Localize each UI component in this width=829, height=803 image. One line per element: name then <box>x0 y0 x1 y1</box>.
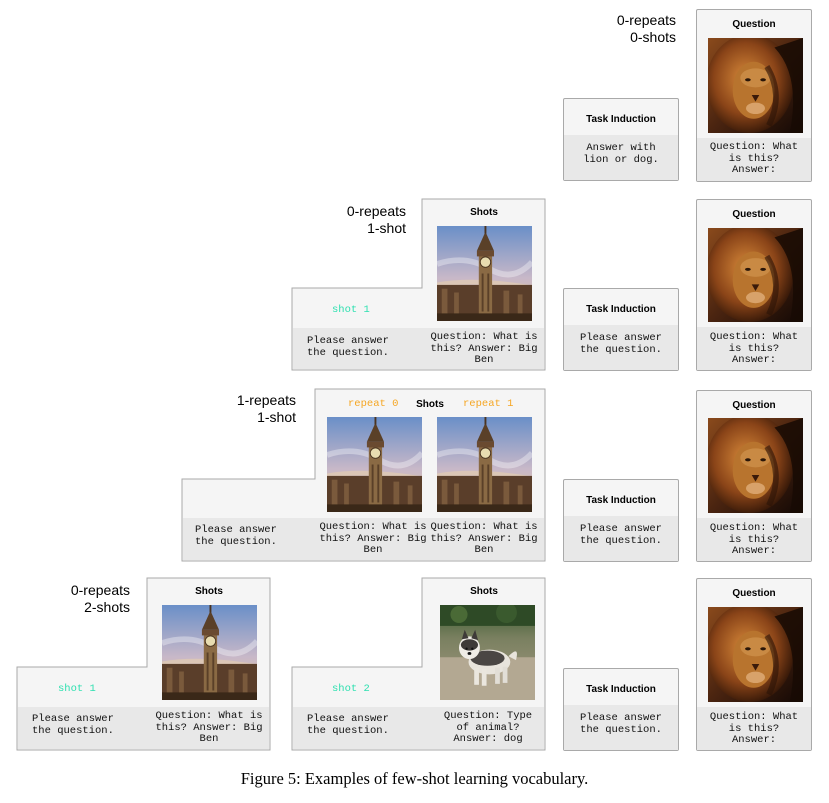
shots-title: Shots <box>195 586 223 597</box>
task-induction-text: Please answer the question. <box>580 712 662 736</box>
shot-2-tag: shot 2 <box>332 683 370 695</box>
shots-title: Shots <box>470 586 498 597</box>
dog-question-text: Question: Type of animal? Answer: dog <box>443 710 533 745</box>
big-ben-question-text: Question: What is this? Answer: Big Ben <box>155 710 263 745</box>
question-text: Question: What is this? Answer: <box>709 711 799 746</box>
task-induction-box: Task Induction Please answer the questio… <box>563 668 679 751</box>
please-answer-text: Please answer the question. <box>307 713 389 737</box>
question-box: Question Question: What is this? Answer: <box>696 578 812 751</box>
task-induction-title: Task Induction <box>586 684 656 695</box>
big-ben-image <box>162 605 257 700</box>
shot-1-tag: shot 1 <box>58 683 96 695</box>
figure-caption: Figure 5: Examples of few-shot learning … <box>240 769 589 788</box>
question-title: Question <box>732 588 776 599</box>
lion-image <box>708 607 803 702</box>
please-answer-text: Please answer the question. <box>32 713 114 737</box>
dog-image <box>440 605 535 700</box>
